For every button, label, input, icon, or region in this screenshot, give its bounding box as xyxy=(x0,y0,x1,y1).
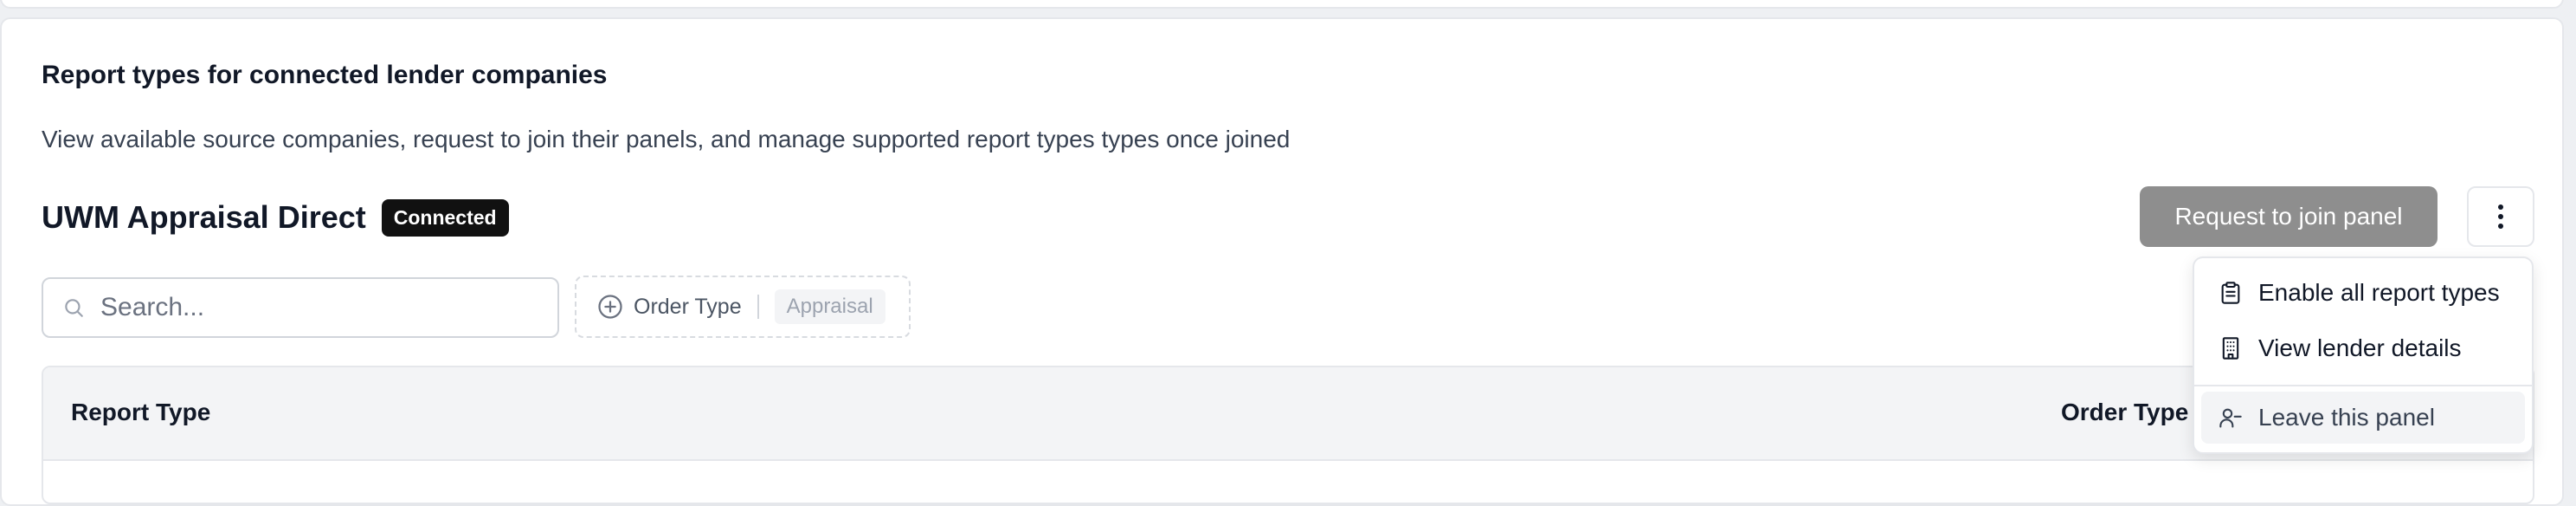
building-icon xyxy=(2219,336,2243,360)
menu-item-label: Leave this panel xyxy=(2258,404,2435,431)
menu-item-view-lender[interactable]: View lender details xyxy=(2201,322,2525,374)
menu-divider xyxy=(2194,385,2532,386)
plus-circle-icon xyxy=(597,294,623,320)
company-header: UWM Appraisal Direct Connected xyxy=(42,196,509,239)
table-header: Report Type Order Type xyxy=(43,367,2533,461)
filter-selected-chip: Appraisal xyxy=(774,289,886,324)
previous-card xyxy=(0,0,2564,9)
request-to-join-button[interactable]: Request to join panel xyxy=(2140,186,2438,247)
section-title: Report types for connected lender compan… xyxy=(42,61,608,89)
menu-item-leave-panel[interactable]: Leave this panel xyxy=(2201,392,2525,444)
more-vertical-icon xyxy=(2497,204,2504,230)
more-options-menu: Enable all report types View lender deta… xyxy=(2193,256,2534,454)
clipboard-icon xyxy=(2219,281,2243,305)
search-input[interactable] xyxy=(99,292,535,323)
menu-item-enable-all[interactable]: Enable all report types xyxy=(2201,267,2525,319)
order-type-filter[interactable]: Order Type Appraisal xyxy=(575,276,911,338)
search-icon xyxy=(62,296,85,319)
status-badge: Connected xyxy=(381,198,509,237)
column-header-report-type[interactable]: Report Type xyxy=(71,399,210,426)
more-options-button[interactable] xyxy=(2467,186,2534,247)
search-box[interactable] xyxy=(42,277,559,338)
user-minus-icon xyxy=(2219,405,2243,430)
column-header-order-type[interactable]: Order Type xyxy=(2061,399,2188,426)
menu-item-label: Enable all report types xyxy=(2258,279,2500,306)
filter-divider xyxy=(757,295,759,319)
section-description: View available source companies, request… xyxy=(42,126,1291,152)
filter-label: Order Type xyxy=(634,294,742,319)
menu-item-label: View lender details xyxy=(2258,334,2462,361)
company-name: UWM Appraisal Direct xyxy=(42,199,366,235)
report-types-table: Report Type Order Type xyxy=(42,366,2534,504)
